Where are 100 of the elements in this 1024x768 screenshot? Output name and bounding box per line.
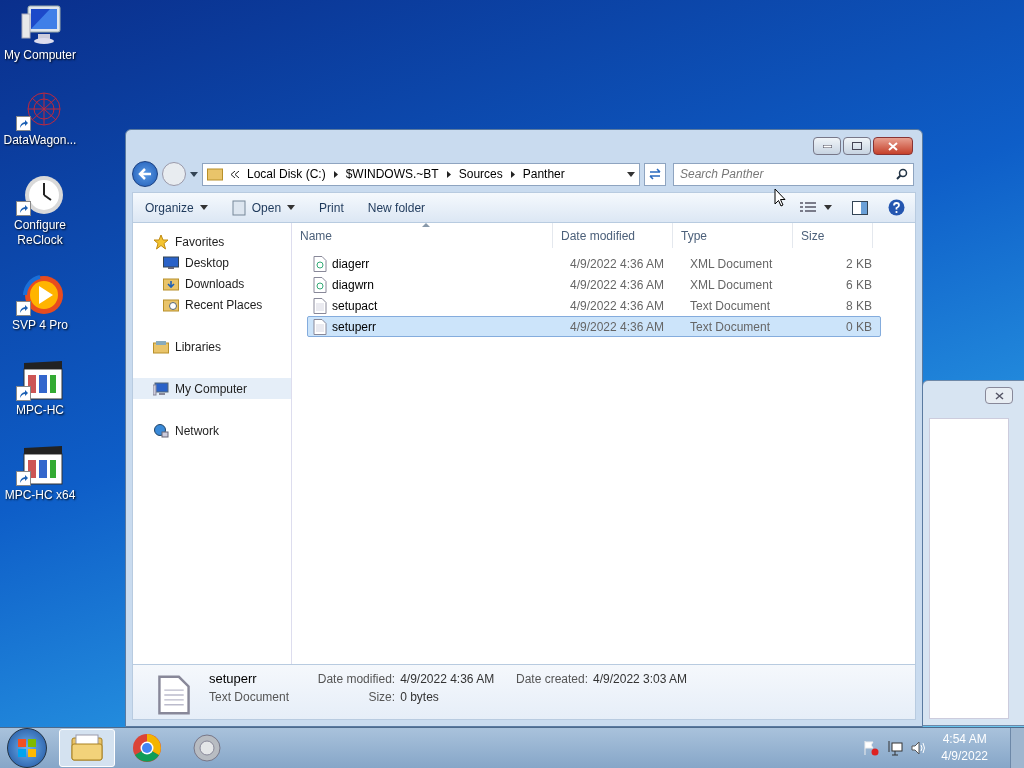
date-cell-text: 4/9/2022 4:36 AM xyxy=(570,318,666,336)
file-name: setuperr xyxy=(209,670,258,688)
search-field[interactable]: Search Panther xyxy=(673,162,914,186)
text-file-icon xyxy=(313,297,327,314)
file-row[interactable]: setupact 4/9/2022 4:36 AM Text Document 8 KB xyxy=(307,295,881,316)
nav-item[interactable]: Desktop xyxy=(133,252,291,273)
help-icon xyxy=(888,199,905,216)
breadcrumb-item[interactable]: Panther xyxy=(522,165,565,183)
breadcrumb-item[interactable]: $WINDOWS.~BT xyxy=(345,165,439,183)
address-bar[interactable]: Local Disk (C:) $WINDOWS.~BT Sources Panther xyxy=(202,162,640,186)
desktop-icon-label[interactable]: My Computer xyxy=(1,48,79,63)
nav-item[interactable]: Libraries xyxy=(133,336,291,357)
double-chevron-icon xyxy=(231,170,239,178)
column-header[interactable]: Date modified xyxy=(553,223,673,248)
refresh-arrows-icon xyxy=(648,168,662,180)
close-icon xyxy=(888,141,898,151)
minimize-button[interactable] xyxy=(813,137,841,155)
preview-pane-button[interactable] xyxy=(852,200,868,215)
file-row[interactable]: diagerr 4/9/2022 4:36 AM XML Document 2 KB xyxy=(307,253,881,274)
minimize-icon xyxy=(822,144,832,148)
detail-label: Size: xyxy=(367,689,396,706)
action-center-flag-icon xyxy=(863,740,880,756)
volume-icon xyxy=(911,740,928,756)
chevron-right-icon xyxy=(510,170,515,178)
play-disc-shortcut-icon[interactable] xyxy=(16,274,64,316)
chevron-right-icon xyxy=(446,170,451,178)
type-cell-text: XML Document xyxy=(690,276,774,294)
computer-icon xyxy=(153,381,169,396)
caret-icon xyxy=(199,205,208,210)
network-icon xyxy=(887,740,904,756)
desktop-icon-label[interactable]: Configure ReClock xyxy=(1,218,79,248)
size-cell-text: 6 KB xyxy=(845,276,872,294)
file-name: diagwrn xyxy=(332,276,375,294)
chevron-right-icon xyxy=(333,170,338,178)
caret-icon xyxy=(824,205,832,210)
toolbar-button[interactable]: Print xyxy=(317,195,346,220)
close-button[interactable] xyxy=(873,137,913,155)
size-cell-text: 8 KB xyxy=(845,297,872,315)
nav-item[interactable]: Recent Places xyxy=(133,294,291,315)
file-name: diagerr xyxy=(332,255,370,273)
type-cell-text: Text Document xyxy=(690,318,772,336)
star-icon xyxy=(153,233,169,250)
desktop-icon-label[interactable]: MPC-HC xyxy=(1,403,79,418)
clapperboard-shortcut-icon[interactable] xyxy=(16,359,64,401)
network-globe-icon xyxy=(153,423,169,438)
restore-icon xyxy=(852,142,862,150)
date-cell-text: 4/9/2022 4:36 AM xyxy=(570,297,666,315)
file-type: Text Document xyxy=(209,689,291,706)
file-row[interactable]: diagwrn 4/9/2022 4:36 AM XML Document 6 KB xyxy=(307,274,881,295)
back-arrow-icon xyxy=(138,168,152,180)
nav-item[interactable]: Downloads xyxy=(133,273,291,294)
column-header[interactable]: Type xyxy=(673,223,793,248)
file-name: setuperr xyxy=(332,318,377,336)
column-header[interactable]: Size xyxy=(793,223,873,248)
detail-value: 4/9/2022 3:03 AM xyxy=(593,671,688,688)
file-row[interactable]: setuperr 4/9/2022 4:36 AM Text Document 0 KB xyxy=(307,316,881,337)
start-button[interactable] xyxy=(7,728,47,768)
web-shortcut-icon[interactable] xyxy=(16,89,64,131)
desktop-icon-label[interactable]: DataWagon... xyxy=(1,133,79,148)
toolbar-button[interactable]: New folder xyxy=(365,195,428,220)
close-button[interactable] xyxy=(985,387,1013,404)
folder-icon xyxy=(207,167,223,181)
close-icon xyxy=(994,391,1004,400)
clock-shortcut-icon[interactable] xyxy=(16,174,64,216)
type-cell-text: XML Document xyxy=(690,255,774,273)
clapperboard-shortcut-icon[interactable] xyxy=(16,444,64,486)
detail-value: 0 bytes xyxy=(400,689,440,706)
desktop-icon-label[interactable]: SVP 4 Pro xyxy=(1,318,79,333)
file-name: setupact xyxy=(332,297,378,315)
size-cell-text: 0 KB xyxy=(845,318,872,336)
desktop-icon xyxy=(163,255,179,270)
xml-file-icon xyxy=(313,255,327,272)
detail-label: Date created: xyxy=(516,671,589,688)
sort-arrow-icon xyxy=(422,223,430,227)
mouse-pointer-icon xyxy=(774,188,786,207)
caret-icon xyxy=(627,171,635,177)
xml-file-icon xyxy=(313,276,327,293)
folder-icon xyxy=(71,734,103,762)
taskbar-button[interactable] xyxy=(59,729,115,767)
breadcrumb-item[interactable]: Sources xyxy=(458,165,503,183)
recent-folder-icon xyxy=(163,297,179,312)
text-file-icon xyxy=(313,318,327,335)
toolbar-button[interactable]: Organize xyxy=(143,195,210,220)
toolbar-button[interactable]: Open xyxy=(229,195,298,220)
column-header[interactable]: Name xyxy=(292,223,553,248)
chrome-icon xyxy=(132,733,162,763)
nav-item[interactable]: Network xyxy=(133,420,291,441)
back-button[interactable] xyxy=(132,161,158,187)
windows-logo-icon xyxy=(17,738,37,758)
maximize-button[interactable] xyxy=(843,137,871,155)
detail-value: 4/9/2022 4:36 AM xyxy=(400,671,496,688)
text-file-icon xyxy=(157,673,191,717)
date-cell-text: 4/9/2022 4:36 AM xyxy=(570,255,666,273)
view-options-button[interactable] xyxy=(800,200,832,215)
desktop-icon-label[interactable]: MPC-HC x64 xyxy=(1,488,79,503)
refresh-button[interactable] xyxy=(644,162,666,186)
nav-item[interactable]: Favorites xyxy=(133,231,291,252)
history-caret-icon xyxy=(190,171,198,177)
breadcrumb-item[interactable]: Local Disk (C:) xyxy=(247,165,326,183)
nav-item[interactable]: My Computer xyxy=(133,378,291,399)
